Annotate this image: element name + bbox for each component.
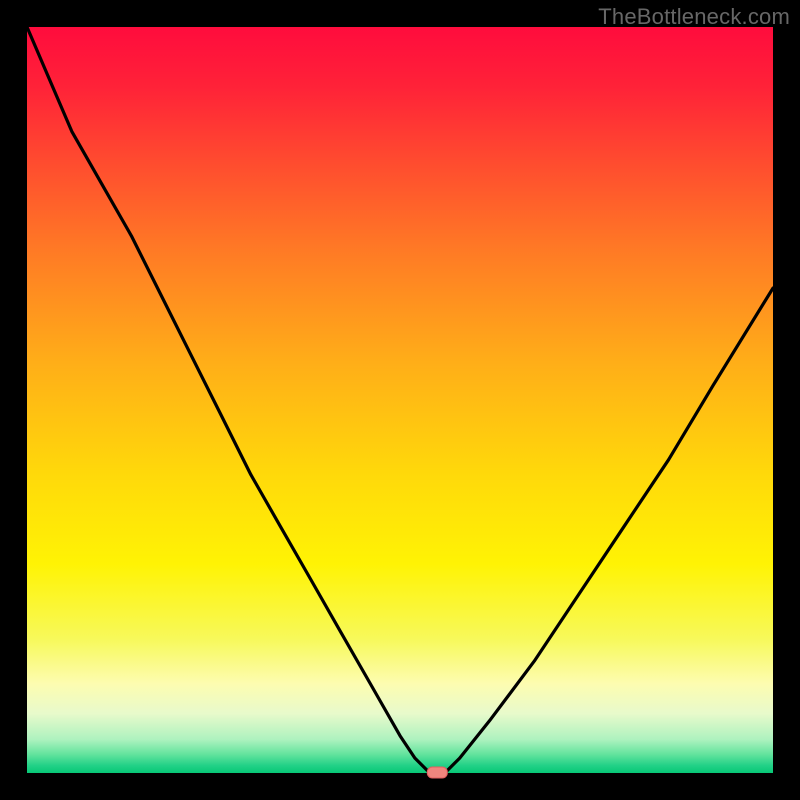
bottleneck-chart (0, 0, 800, 800)
watermark-text: TheBottleneck.com (598, 4, 790, 30)
optimum-marker (427, 767, 447, 778)
plot-background (27, 27, 773, 773)
chart-frame: TheBottleneck.com (0, 0, 800, 800)
